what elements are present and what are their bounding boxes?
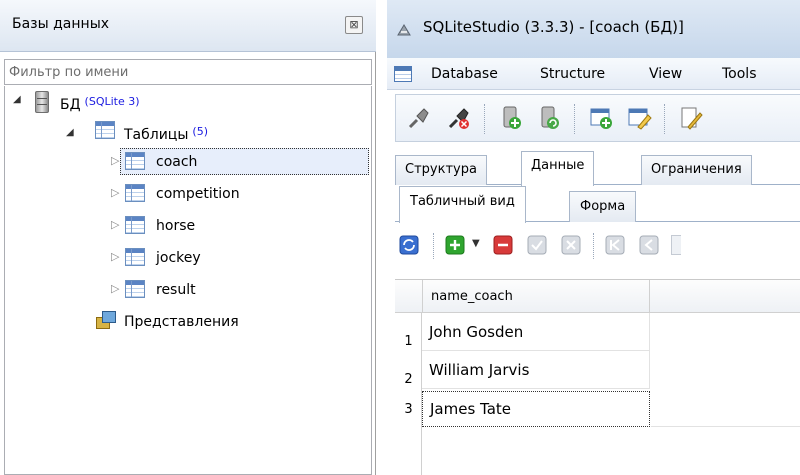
menu-view[interactable]: View <box>649 66 682 82</box>
views-icon <box>96 311 118 331</box>
expand-arrow-icon[interactable]: ◢ <box>13 94 21 105</box>
toolbar-separator <box>664 104 665 134</box>
grid-empty-area <box>651 313 800 427</box>
databases-panel-title: Базы данных <box>12 16 110 32</box>
tree-item-table[interactable]: jockey <box>156 246 201 270</box>
window-titlebar: SQLiteStudio (3.3.3) - [coach (БД)] <box>387 0 800 58</box>
connect-icon[interactable] <box>406 105 432 131</box>
toolbar-separator <box>593 233 594 259</box>
commit-icon[interactable] <box>527 235 547 255</box>
databases-panel: Базы данных ⊠ ◢ БД(SQLite 3) ◢ Таблицы(5… <box>0 0 376 475</box>
table-icon <box>125 248 145 266</box>
add-database-icon[interactable] <box>498 105 524 131</box>
first-page-icon[interactable] <box>605 235 625 255</box>
filter-input[interactable] <box>5 60 371 84</box>
collapse-arrow-icon[interactable]: ▷ <box>111 186 119 199</box>
main-toolbar <box>395 94 800 142</box>
sqlitestudio-window: SQLiteStudio (3.3.3) - [coach (БД)] Data… <box>387 0 800 475</box>
tables-group-label: Таблицы <box>124 127 189 143</box>
delete-row-icon[interactable] <box>493 235 513 255</box>
toolbar-separator <box>574 104 575 134</box>
collapse-arrow-icon[interactable]: ▷ <box>111 282 119 295</box>
menu-database[interactable]: Database <box>431 66 498 82</box>
toolbar-separator <box>433 233 434 259</box>
database-icon <box>35 91 49 113</box>
data-view-tabs: Табличный вид Форма <box>395 186 800 223</box>
cell-name-coach[interactable]: William Jarvis <box>422 351 650 389</box>
tables-count-badge: (5) <box>192 125 208 138</box>
filter-field[interactable] <box>4 59 372 85</box>
tables-folder-icon <box>95 121 115 139</box>
menu-bar: Database Structure View Tools <box>387 58 800 90</box>
collapse-arrow-icon[interactable]: ▷ <box>111 154 119 167</box>
table-icon <box>125 152 145 170</box>
tree-item-table[interactable]: result <box>156 278 196 302</box>
tab-form-view[interactable]: Форма <box>569 191 637 222</box>
toolbar-separator <box>484 104 485 134</box>
table-icon <box>125 280 145 298</box>
refresh-icon[interactable] <box>399 235 419 255</box>
page-number-field[interactable] <box>671 235 681 255</box>
table-icon <box>125 184 145 202</box>
row-number[interactable]: 1 <box>395 334 422 349</box>
databases-panel-header: Базы данных ⊠ <box>0 0 376 52</box>
previous-page-icon[interactable] <box>639 235 659 255</box>
menu-structure[interactable]: Structure <box>540 66 605 82</box>
cell-name-coach[interactable]: James Tate <box>422 391 650 427</box>
cell-name-coach[interactable]: John Gosden <box>422 313 650 351</box>
sql-editor-icon[interactable] <box>678 105 704 131</box>
tree-item-table[interactable]: competition <box>156 182 240 206</box>
tree-node-views[interactable]: Представления <box>124 310 239 334</box>
window-menu-icon[interactable] <box>394 66 412 82</box>
editor-tabs: Структура Данные Ограничения <box>395 151 800 186</box>
row-number[interactable]: 3 <box>395 402 422 417</box>
tab-data[interactable]: Данные <box>521 151 595 186</box>
app-icon <box>397 24 411 36</box>
menu-tools[interactable]: Tools <box>722 66 757 82</box>
tab-constraints[interactable]: Ограничения <box>641 155 752 185</box>
expand-arrow-icon[interactable]: ◢ <box>66 127 74 138</box>
rollback-icon[interactable] <box>561 235 581 255</box>
collapse-arrow-icon[interactable]: ▷ <box>111 218 119 231</box>
tab-structure[interactable]: Структура <box>395 155 487 185</box>
data-grid: name_coach 1 John Gosden 2 William Jarvi… <box>395 279 800 475</box>
add-table-icon[interactable] <box>588 105 614 131</box>
database-type-badge: (SQLite 3) <box>84 95 140 108</box>
panel-close-icon[interactable]: ⊠ <box>345 16 363 34</box>
refresh-database-icon[interactable] <box>536 105 562 131</box>
dropdown-arrow-icon[interactable]: ▼ <box>472 238 480 249</box>
tab-grid-view[interactable]: Табличный вид <box>399 186 526 223</box>
tree-item-table[interactable]: coach <box>156 150 197 174</box>
window-title: SQLiteStudio (3.3.3) - [coach (БД)] <box>423 18 684 36</box>
row-number[interactable]: 2 <box>395 372 422 387</box>
table-icon <box>125 216 145 234</box>
column-header-name-coach[interactable]: name_coach <box>422 280 650 313</box>
tree-item-table[interactable]: horse <box>156 214 195 238</box>
insert-row-icon[interactable] <box>445 235 465 255</box>
edit-table-icon[interactable] <box>626 105 652 131</box>
tree-node-tables[interactable]: Таблицы (5) <box>124 120 208 144</box>
collapse-arrow-icon[interactable]: ▷ <box>111 250 119 263</box>
grid-toolbar: ▼ <box>395 223 800 269</box>
database-name: БД <box>60 97 81 113</box>
grid-header: name_coach <box>395 280 800 313</box>
tree-node-database[interactable]: БД (SQLite 3) <box>60 90 140 114</box>
disconnect-icon[interactable] <box>446 105 472 131</box>
